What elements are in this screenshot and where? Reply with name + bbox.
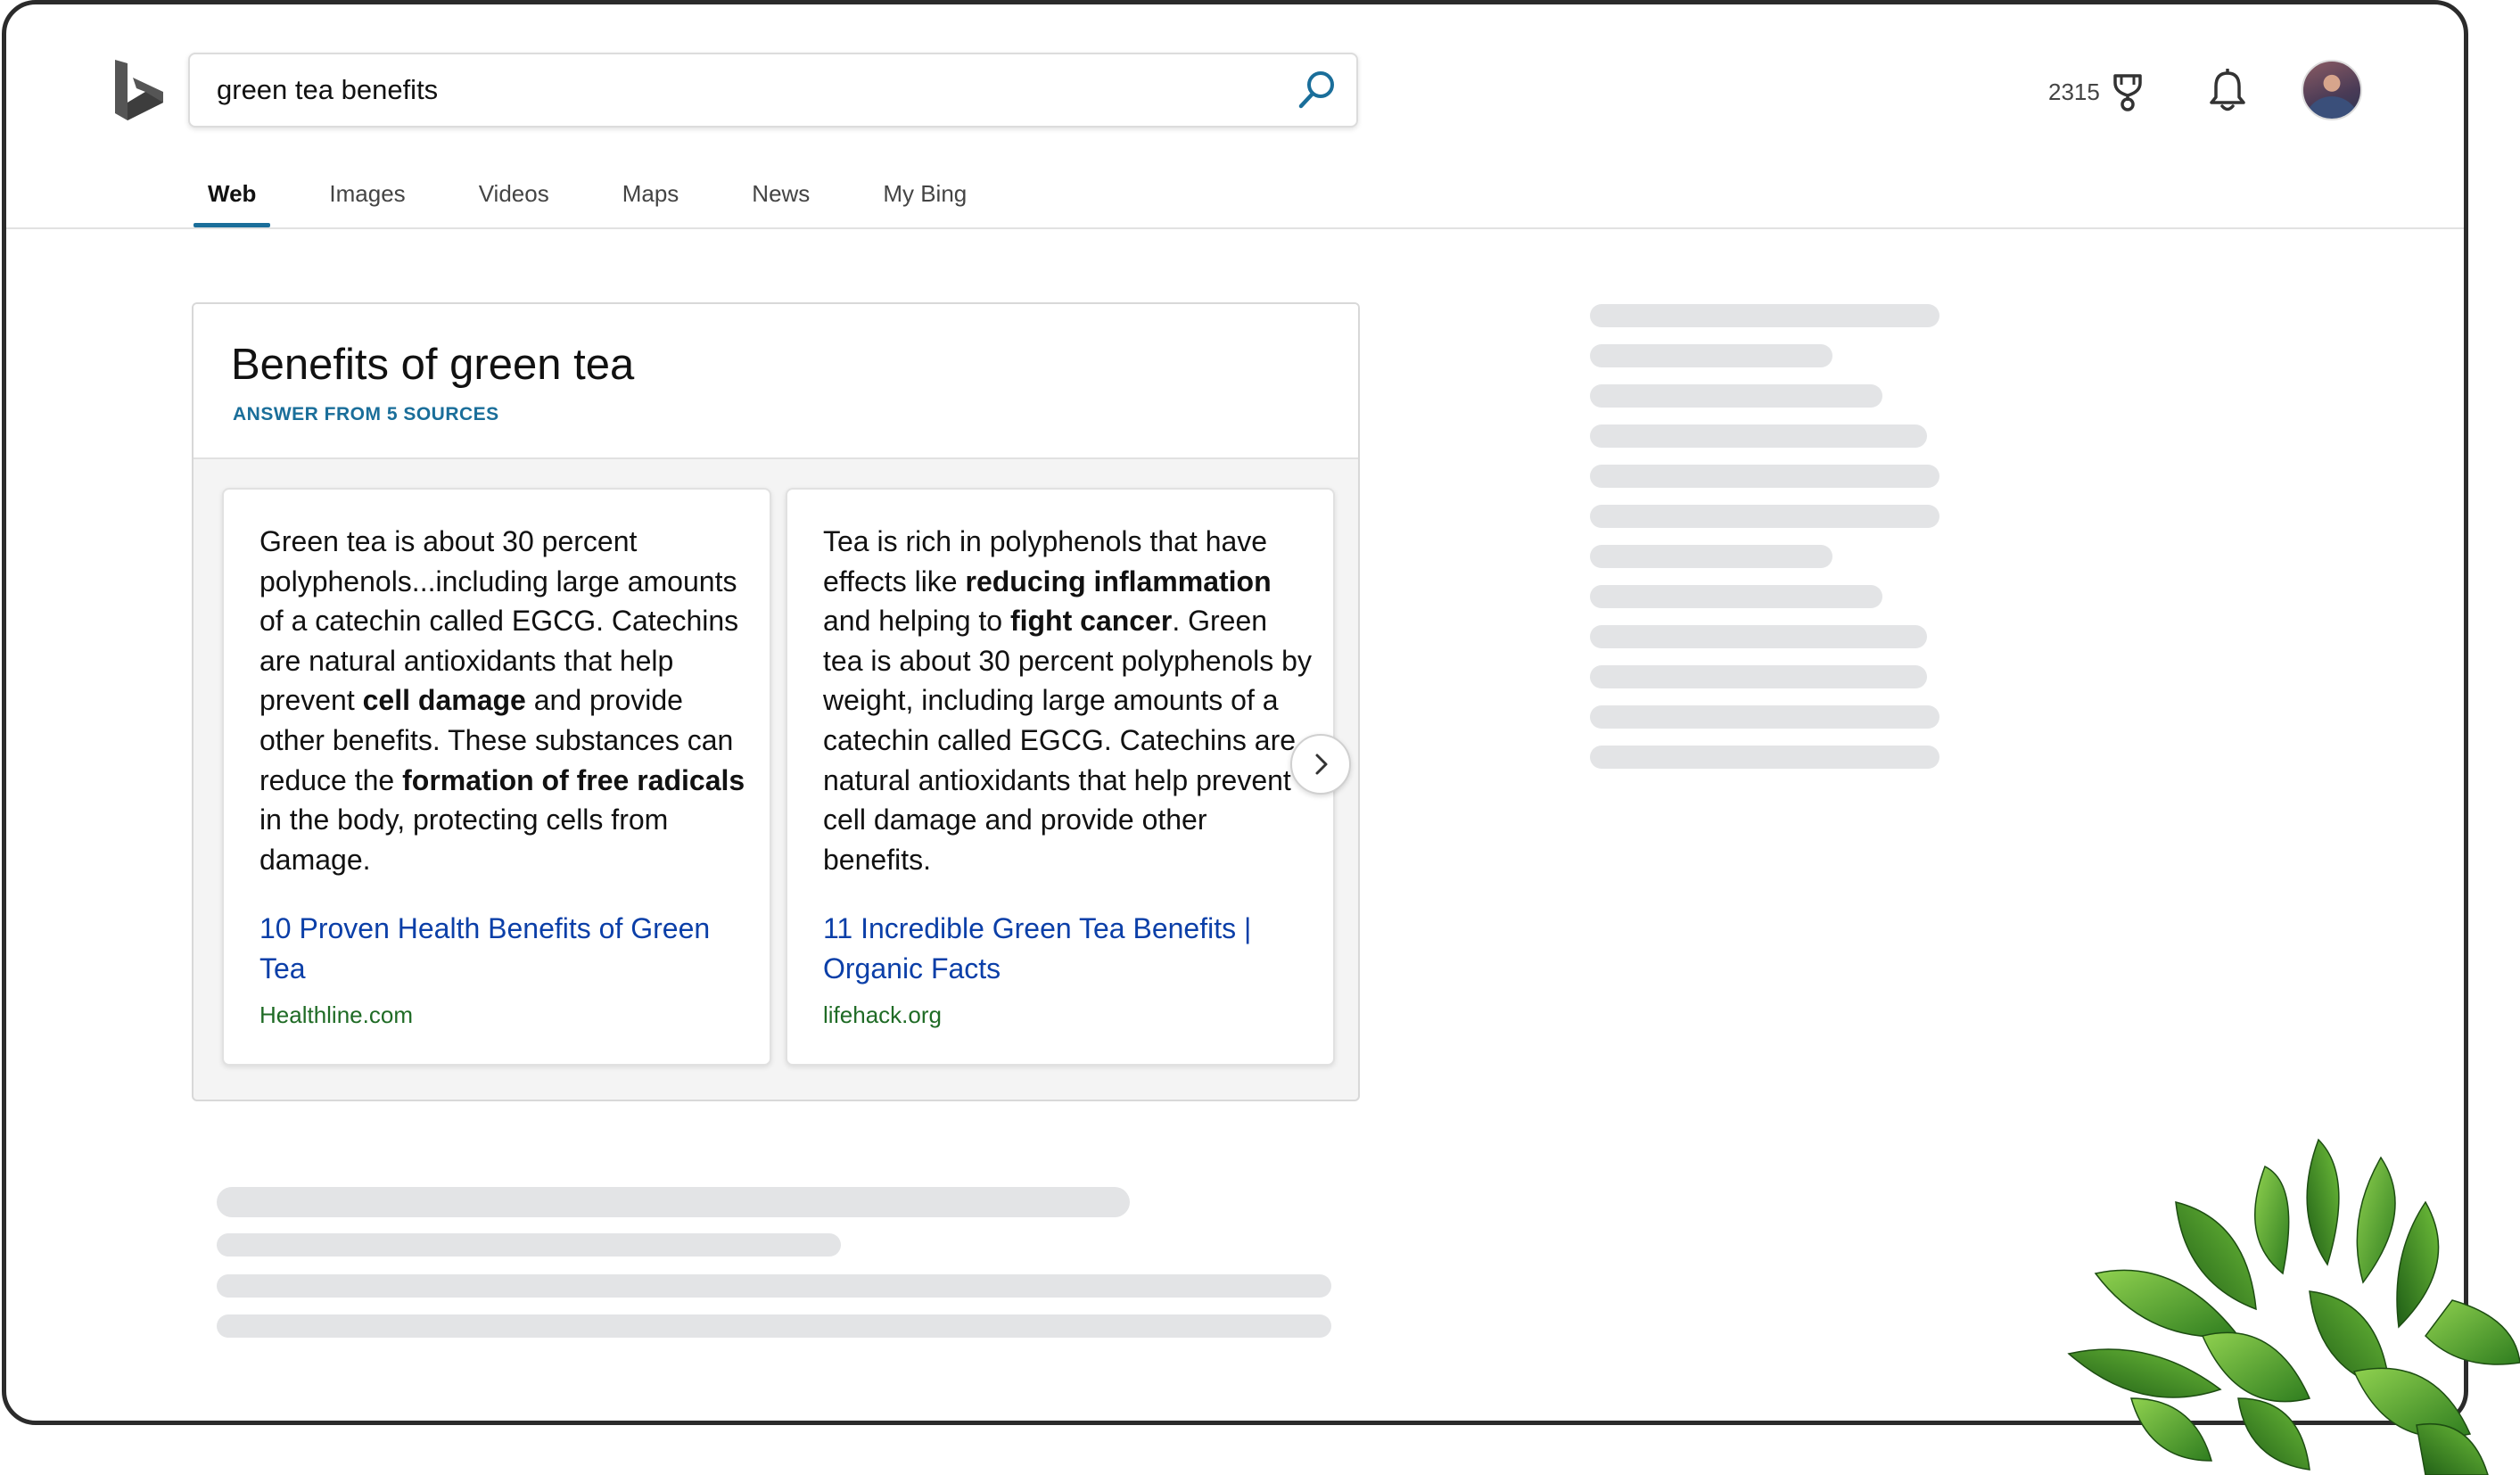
- source-snippet: Tea is rich in polyphenols that have eff…: [823, 522, 1314, 879]
- snippet-highlight: fight cancer: [1009, 605, 1173, 638]
- tabs-divider: [6, 227, 2464, 229]
- answer-sources-label[interactable]: ANSWER FROM 5 SOURCES: [233, 404, 499, 425]
- avatar[interactable]: [2302, 60, 2362, 120]
- skeleton-line: [1590, 545, 1832, 568]
- search-input[interactable]: [217, 54, 1269, 126]
- skeleton-line: [1590, 665, 1927, 688]
- tab-images[interactable]: Images: [329, 174, 405, 227]
- tab-videos[interactable]: Videos: [479, 174, 549, 227]
- tab-my-bing[interactable]: My Bing: [883, 174, 967, 227]
- snippet-highlight: reducing inflammation: [965, 564, 1272, 597]
- skeleton-line: [1590, 304, 1939, 327]
- snippet-highlight: cell damage: [362, 684, 526, 717]
- skeleton-line: [217, 1274, 1331, 1298]
- source-snippet: Green tea is about 30 percent polyphenol…: [259, 522, 750, 879]
- tab-maps[interactable]: Maps: [622, 174, 679, 227]
- answer-card: Benefits of green tea ANSWER FROM 5 SOUR…: [192, 302, 1360, 1101]
- tab-web[interactable]: Web: [193, 174, 271, 227]
- source-domain: lifehack.org: [823, 1001, 942, 1028]
- source-card: Tea is rich in polyphenols that have eff…: [786, 488, 1335, 1066]
- skeleton-line: [1590, 424, 1927, 448]
- tab-news[interactable]: News: [752, 174, 810, 227]
- tea-leaves-image: [2067, 1138, 2520, 1475]
- answer-header: Benefits of green tea ANSWER FROM 5 SOUR…: [194, 304, 1358, 459]
- skeleton-line: [1590, 505, 1939, 528]
- skeleton-line: [1590, 384, 1882, 408]
- source-domain: Healthline.com: [259, 1001, 413, 1028]
- chevron-right-icon: [1315, 754, 1328, 775]
- snippet-text: in the body, protecting cells from damag…: [259, 803, 669, 876]
- answer-title: Benefits of green tea: [231, 341, 635, 389]
- search-icon[interactable]: [1294, 67, 1340, 113]
- snippet-highlight: formation of free radicals: [402, 763, 745, 796]
- skeleton-line: [217, 1187, 1130, 1217]
- rewards-points: 2315: [2048, 78, 2100, 105]
- skeleton-line: [1590, 746, 1939, 769]
- skeleton-line: [1590, 705, 1939, 729]
- skeleton-line: [1590, 625, 1927, 648]
- search-tabs: Web Images Videos Maps News My Bing: [193, 174, 1040, 227]
- snippet-text: . Green tea is about 30 percent polyphen…: [823, 605, 1312, 876]
- bing-logo-icon[interactable]: [113, 58, 167, 122]
- next-button[interactable]: [1290, 734, 1351, 795]
- skeleton-line: [217, 1314, 1331, 1338]
- skeleton-line: [1590, 344, 1832, 367]
- source-link[interactable]: 11 Incredible Green Tea Benefits | Organ…: [823, 909, 1305, 988]
- skeleton-line: [217, 1233, 841, 1257]
- bell-icon[interactable]: [2207, 69, 2248, 113]
- skeleton-line: [1590, 585, 1882, 608]
- source-card: Green tea is about 30 percent polyphenol…: [222, 488, 771, 1066]
- rewards-button[interactable]: 2315: [2048, 70, 2146, 113]
- trophy-icon: [2113, 74, 2142, 111]
- skeleton-line: [1590, 465, 1939, 488]
- source-link[interactable]: 10 Proven Health Benefits of Green Tea: [259, 909, 741, 988]
- snippet-text: and helping to: [823, 605, 1010, 638]
- search-box: [188, 53, 1358, 128]
